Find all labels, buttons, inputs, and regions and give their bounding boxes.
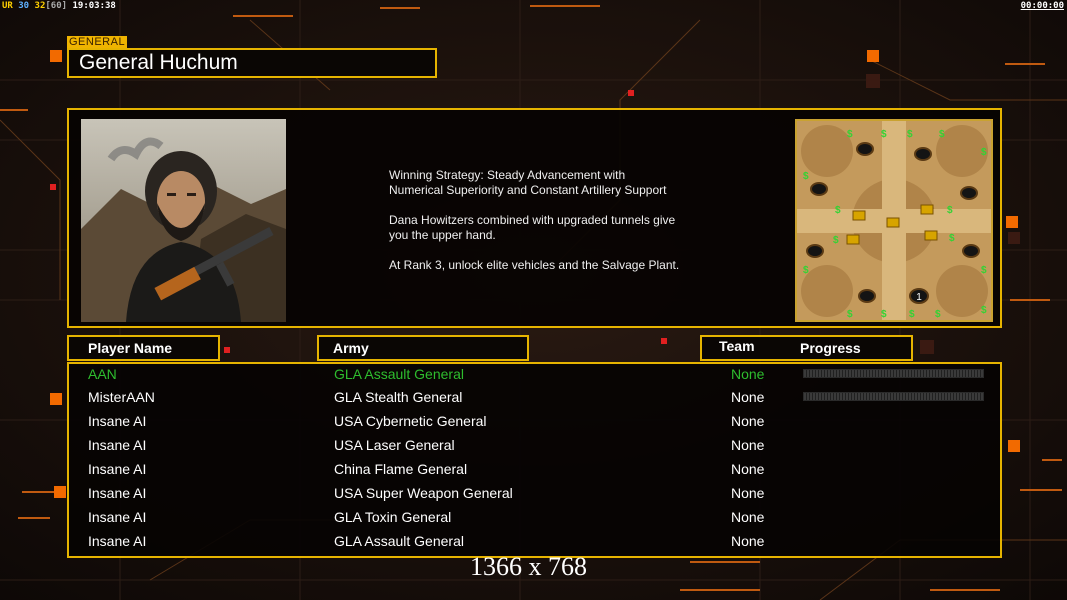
player-name: Insane AI (88, 461, 147, 477)
supply-marker-icon: $ (803, 171, 809, 182)
player-name: Insane AI (88, 437, 147, 453)
supply-marker-icon: $ (981, 305, 987, 316)
player-army: USA Cybernetic General (334, 413, 487, 429)
status-clock: 19:03:38 (72, 1, 116, 11)
player-army: GLA Assault General (334, 366, 464, 382)
column-header-progress: Progress (800, 340, 861, 356)
player-name: Insane AI (88, 485, 147, 501)
supply-marker-icon: $ (803, 265, 809, 276)
supply-marker-icon: $ (981, 265, 987, 276)
player-army: GLA Stealth General (334, 389, 463, 405)
map-preview: 1 $ $ $ $ $ $ $ $ $ $ $ $ $ $ $ $ $ (795, 119, 993, 322)
description-howitzers: Dana Howitzers combined with upgraded tu… (389, 213, 676, 242)
player-army: GLA Toxin General (334, 509, 452, 525)
player-name: AAN (88, 366, 117, 382)
status-value-1: 30 (18, 1, 30, 11)
supply-marker-icon: $ (835, 205, 841, 216)
status-ur-label: UR (2, 1, 13, 11)
player-team: None (731, 366, 765, 382)
supply-marker-icon: $ (935, 309, 941, 320)
loading-progress-bar (803, 392, 984, 401)
description-rank-unlock: At Rank 3, unlock elite vehicles and the… (389, 258, 680, 272)
status-game-timer: 00:00:00 (1020, 1, 1064, 11)
supply-marker-icon: $ (981, 147, 987, 158)
general-info-panel: Winning Strategy: Steady Advancement wit… (67, 108, 1002, 328)
player-name: Insane AI (88, 509, 147, 525)
player-team: None (731, 461, 765, 477)
player-row: MisterAAN GLA Stealth General None (69, 387, 1000, 411)
player-name: MisterAAN (88, 389, 155, 405)
player-row: AAN GLA Assault General None (69, 364, 1000, 388)
supply-marker-icon: $ (939, 129, 945, 140)
start-position-marker: 1 (916, 292, 922, 303)
supply-marker-icon: $ (949, 233, 955, 244)
player-army: GLA Assault General (334, 533, 464, 549)
supply-marker-icon: $ (907, 129, 913, 140)
player-team: None (731, 389, 765, 405)
player-row: Insane AI USA Laser General None (69, 435, 1000, 459)
status-value-2: 32 (34, 1, 46, 11)
player-name: Insane AI (88, 533, 147, 549)
player-army: USA Super Weapon General (334, 485, 513, 501)
player-army: USA Laser General (334, 437, 455, 453)
supply-marker-icon: $ (909, 309, 915, 320)
player-team: None (731, 509, 765, 525)
player-team: None (731, 437, 765, 453)
rank-tag: GENERAL (67, 36, 128, 48)
column-header-team: Team (719, 338, 755, 354)
player-list: AAN GLA Assault General None MisterAAN GLA S… (67, 362, 1002, 558)
general-portrait (81, 119, 286, 322)
loading-progress-bar (803, 369, 984, 378)
status-bar-left: UR 30 32[60] 19:03:38 (2, 1, 116, 11)
player-row: Insane AI USA Super Weapon General None (69, 483, 1000, 507)
supply-marker-icon: $ (881, 309, 887, 320)
player-team: None (731, 485, 765, 501)
player-row: Insane AI China Flame General None (69, 459, 1000, 483)
column-header-player-name: Player Name (67, 335, 220, 361)
player-name: Insane AI (88, 413, 147, 429)
column-header-team-progress: Team Progress (700, 335, 913, 361)
player-army: China Flame General (334, 461, 468, 477)
player-row: Insane AI USA Cybernetic General None (69, 411, 1000, 435)
resolution-overlay: 1366 x 768 (470, 552, 587, 581)
player-team: None (731, 533, 765, 549)
column-header-army: Army (317, 335, 529, 361)
supply-marker-icon: $ (881, 129, 887, 140)
supply-marker-icon: $ (833, 235, 839, 246)
player-row: Insane AI GLA Toxin General None (69, 507, 1000, 531)
description-strategy: Winning Strategy: Steady Advancement wit… (389, 168, 667, 197)
strategy-description: Winning Strategy: Steady Advancement wit… (389, 168, 729, 288)
supply-marker-icon: $ (947, 205, 953, 216)
status-value-3: [60] (45, 1, 68, 11)
supply-marker-icon: $ (847, 129, 853, 140)
supply-marker-icon: $ (847, 309, 853, 320)
player-team: None (731, 413, 765, 429)
general-name-title: General Huchum (67, 48, 437, 78)
